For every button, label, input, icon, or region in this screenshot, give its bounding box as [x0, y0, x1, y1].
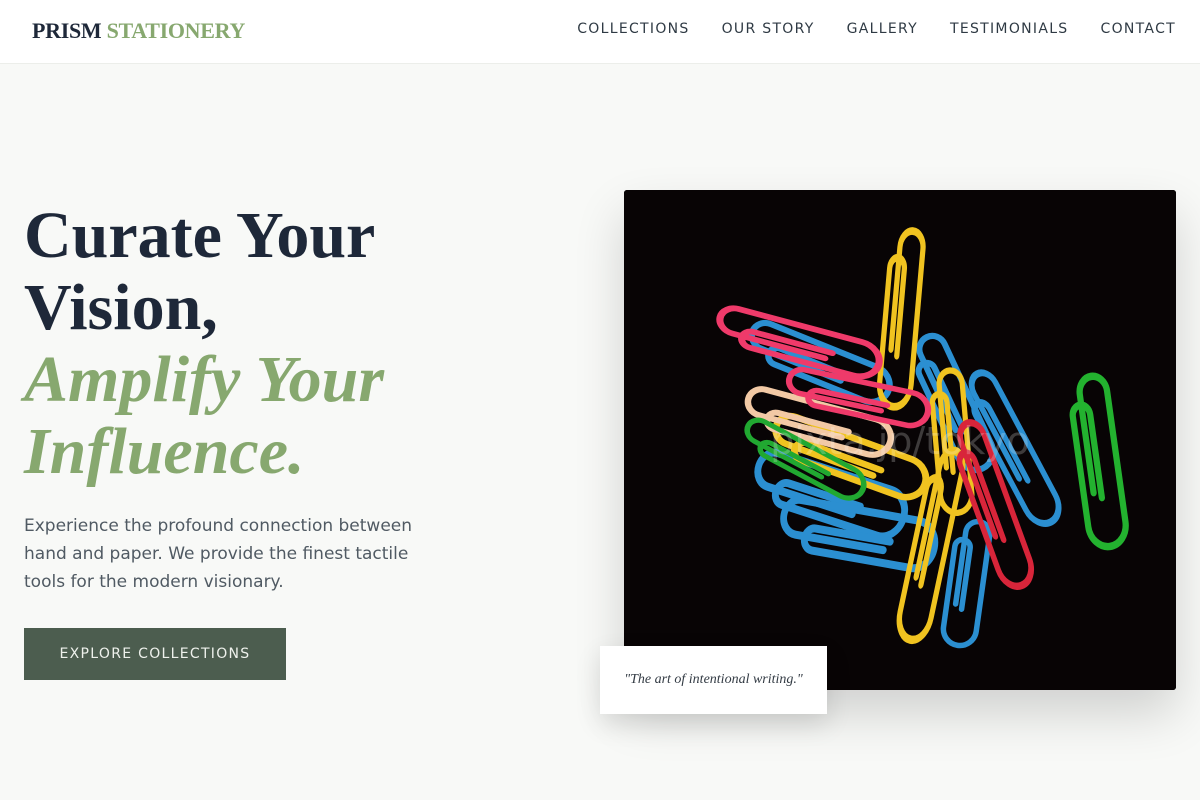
- site-header: PRISM STATIONERY COLLECTIONS OUR STORY G…: [0, 0, 1200, 64]
- nav-link-contact[interactable]: CONTACT: [1101, 21, 1177, 37]
- hero-headline: Curate Your Vision, Amplify Your Influen…: [24, 200, 494, 488]
- nav-link-our-story[interactable]: OUR STORY: [722, 21, 815, 37]
- nav-link-collections[interactable]: COLLECTIONS: [577, 21, 689, 37]
- nav-link-testimonials[interactable]: TESTIMONIALS: [950, 21, 1069, 37]
- image-caption-card: "The art of intentional writing.": [600, 646, 827, 714]
- main-nav: COLLECTIONS OUR STORY GALLERY TESTIMONIA…: [577, 21, 1176, 37]
- hero-headline-accent: Amplify Your Influence.: [24, 343, 385, 488]
- hero-description: Experience the profound connection betwe…: [24, 516, 413, 592]
- hero-image-paper-clips: pixta.jp/tokyo: [624, 190, 1176, 690]
- paper-clips-illustration: pixta.jp/tokyo: [624, 190, 1176, 690]
- image-watermark: pixta.jp/tokyo: [770, 419, 1029, 463]
- brand-name-primary: PRISM: [32, 18, 102, 43]
- image-caption-text: "The art of intentional writing.": [624, 672, 803, 687]
- brand-logo[interactable]: PRISM STATIONERY: [32, 18, 245, 44]
- nav-link-gallery[interactable]: GALLERY: [847, 21, 918, 37]
- hero-headline-main: Curate Your Vision,: [24, 199, 375, 344]
- brand-name-accent: STATIONERY: [106, 18, 246, 43]
- explore-collections-button[interactable]: EXPLORE COLLECTIONS: [24, 628, 286, 680]
